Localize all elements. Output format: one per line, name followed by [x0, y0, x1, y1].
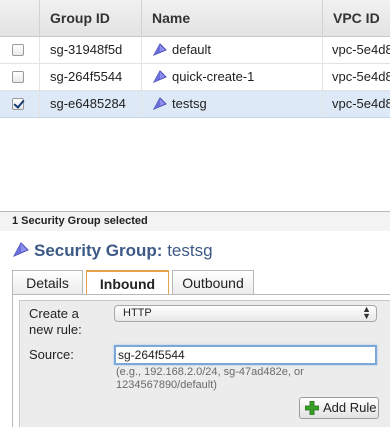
source-input[interactable]: sg-264f5544 — [114, 345, 377, 365]
add-rule-button[interactable]: Add Rule — [299, 397, 379, 419]
table-row[interactable]: sg-264f5544 quick-create-1 vpc-5e4d8 — [0, 64, 390, 91]
column-divider — [39, 37, 40, 119]
group-id-cell: sg-264f5544 — [50, 69, 123, 84]
security-group-icon — [152, 97, 167, 111]
name-text: quick-create-1 — [172, 69, 255, 84]
create-rule-label-line1: Create a — [29, 306, 79, 321]
tab-details[interactable]: Details — [12, 270, 83, 294]
row-checkbox[interactable] — [12, 44, 24, 56]
column-header-name[interactable]: Name — [141, 0, 322, 37]
create-rule-label: Create a new rule: — [29, 306, 82, 338]
page-title: Security Group: testsg — [12, 239, 213, 263]
security-group-icon — [152, 70, 167, 84]
security-group-icon — [152, 43, 167, 57]
name-cell: testsg — [152, 91, 322, 118]
tab-inbound[interactable]: Inbound — [86, 270, 169, 295]
selection-status: 1 Security Group selected — [0, 211, 390, 231]
column-header-group-id[interactable]: Group ID — [39, 0, 141, 37]
rule-type-value: HTTP — [123, 307, 152, 319]
vpc-id-cell: vpc-5e4d8 — [332, 42, 390, 57]
add-rule-label: Add Rule — [323, 400, 377, 415]
group-id-cell: sg-e6485284 — [50, 96, 126, 111]
vpc-id-cell: vpc-5e4d8 — [332, 96, 390, 111]
column-divider — [141, 37, 142, 119]
title-label: Security Group: — [34, 241, 163, 260]
source-hint: (e.g., 192.168.2.0/24, sg-47ad482e, or 1… — [116, 366, 304, 391]
checkbox-checked-icon[interactable] — [12, 98, 24, 110]
select-all-column — [0, 0, 39, 37]
table-row-selected[interactable]: sg-e6485284 testsg vpc-5e4d8 — [0, 91, 390, 118]
group-id-cell: sg-31948f5d — [50, 42, 123, 57]
column-divider — [322, 37, 323, 119]
name-text: testsg — [172, 96, 207, 111]
vpc-id-cell: vpc-5e4d8 — [332, 69, 390, 84]
table-header: Group ID Name VPC ID — [0, 0, 390, 37]
tab-outbound[interactable]: Outbound — [172, 270, 254, 294]
column-header-vpc-id[interactable]: VPC ID — [322, 0, 390, 37]
security-group-icon — [12, 242, 29, 258]
name-text: default — [172, 42, 212, 57]
name-cell: default — [152, 37, 322, 64]
rule-type-select[interactable]: HTTP ▲ ▼ — [114, 305, 377, 322]
row-checkbox[interactable] — [12, 71, 24, 83]
create-rule-label-line2: new rule: — [29, 322, 82, 337]
name-cell: quick-create-1 — [152, 64, 322, 91]
source-label: Source: — [29, 347, 74, 362]
source-input-value: sg-264f5544 — [118, 348, 185, 362]
plus-icon — [305, 401, 319, 415]
title-name: testsg — [167, 241, 213, 260]
table-row[interactable]: sg-31948f5d default vpc-5e4d8 — [0, 37, 390, 64]
select-arrows-icon: ▲ ▼ — [362, 304, 371, 321]
